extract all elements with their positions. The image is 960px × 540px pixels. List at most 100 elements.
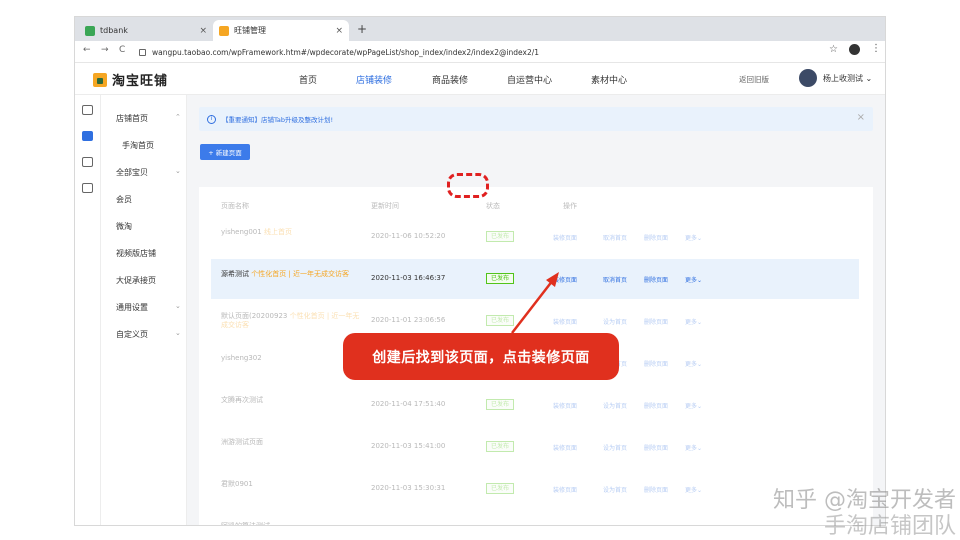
close-icon[interactable]: × bbox=[199, 26, 207, 36]
browser-menu-icon[interactable]: ⋮ bbox=[871, 43, 881, 54]
page-name-cell: 默认页面(20200923 个性化首页 | 近一年无成交访客 bbox=[221, 312, 361, 330]
more-dropdown[interactable]: 更多⌄ bbox=[685, 443, 702, 452]
decorate-page-link[interactable]: 装修页面 bbox=[553, 317, 577, 326]
page-name: 洲游测试页面 bbox=[221, 438, 263, 446]
status-badge: 已发布 bbox=[486, 273, 515, 284]
return-old-version-link[interactable]: 返回旧版 bbox=[739, 74, 769, 85]
delete-page-link[interactable]: 删除页面 bbox=[644, 275, 668, 284]
update-time: 2020-11-03 15:41:00 bbox=[371, 442, 446, 450]
update-time: 2020-11-04 17:51:40 bbox=[371, 400, 446, 408]
layers-icon[interactable] bbox=[82, 131, 93, 141]
table-row[interactable]: 洲游测试页面 2020-11-03 15:41:00 已发布 装修页面 设为首页 删除页… bbox=[211, 427, 859, 467]
menu-promo-page[interactable]: 大促承接页 bbox=[116, 275, 156, 286]
menu-shop-home[interactable]: 店铺首页 bbox=[116, 113, 148, 124]
menu-general-settings[interactable]: 通用设置 bbox=[116, 302, 148, 313]
table-row[interactable]: 文腾再次测试 2020-11-04 17:51:40 已发布 装修页面 设为首页 删除页… bbox=[211, 385, 859, 425]
chevron-up-icon[interactable]: ⌃ bbox=[175, 113, 181, 121]
menu-weitao[interactable]: 微淘 bbox=[116, 221, 132, 232]
column-header-status: 状态 bbox=[486, 202, 500, 210]
page-name: yisheng302 bbox=[221, 354, 262, 362]
status-badge: 已发布 bbox=[486, 525, 514, 526]
more-dropdown[interactable]: 更多⌄ bbox=[685, 233, 702, 242]
forward-icon[interactable]: → bbox=[101, 45, 109, 55]
tdbank-favicon-icon bbox=[85, 25, 95, 36]
username-dropdown[interactable]: 杨上收测试 ⌄ bbox=[823, 73, 872, 84]
decorate-page-link[interactable]: 装修页面 bbox=[553, 233, 577, 242]
profile-icon[interactable] bbox=[849, 44, 860, 55]
decorate-page-link[interactable]: 装修页面 bbox=[553, 485, 577, 494]
notice-text[interactable]: 【重要通知】店铺Tab升级及整改计划! bbox=[222, 114, 333, 124]
page-name-cell: 君默0901 bbox=[221, 480, 361, 489]
column-header-actions: 操作 bbox=[563, 202, 577, 210]
toggle-home-link[interactable]: 设为首页 bbox=[603, 401, 627, 410]
reload-icon[interactable]: C bbox=[119, 45, 125, 55]
browser-tab-bar: tdbank × 旺铺管理 × + bbox=[75, 17, 885, 41]
delete-page-link[interactable]: 删除页面 bbox=[644, 233, 668, 242]
menu-custom-page[interactable]: 自定义页 bbox=[116, 329, 148, 340]
update-time: 2020-11-03 16:46:37 bbox=[371, 274, 446, 282]
table-row[interactable]: 源希测试 个性化首页 | 近一年无成交访客 2020-11-03 16:46:37… bbox=[211, 259, 859, 299]
more-dropdown[interactable]: 更多⌄ bbox=[685, 317, 702, 326]
more-dropdown[interactable]: 更多⌄ bbox=[685, 275, 702, 284]
bookmark-star-icon[interactable]: ☆ bbox=[829, 44, 838, 55]
nav-shop-decorate[interactable]: 店铺装修 bbox=[356, 73, 392, 86]
page-tag: 个性化首页 | 近一年无成交访客 bbox=[251, 270, 350, 278]
close-icon[interactable]: × bbox=[335, 26, 343, 36]
delete-page-link[interactable]: 删除页面 bbox=[644, 401, 668, 410]
toggle-home-link[interactable]: 设为首页 bbox=[603, 317, 627, 326]
decorate-page-link[interactable]: 装修页面 bbox=[553, 443, 577, 452]
browser-tab-wangpu[interactable]: 旺铺管理 × bbox=[213, 20, 349, 41]
delete-page-link[interactable]: 删除页面 bbox=[644, 359, 668, 368]
page-name: 君默0901 bbox=[221, 480, 253, 488]
tab-title: tdbank bbox=[100, 26, 128, 35]
update-time: 2020-11-01 23:06:56 bbox=[371, 316, 446, 324]
new-page-button[interactable]: + 新建页面 bbox=[200, 144, 250, 160]
nav-item-decorate[interactable]: 商品装修 bbox=[432, 73, 468, 86]
decorate-page-link[interactable]: 装修页面 bbox=[553, 401, 577, 410]
nav-material-center[interactable]: 素材中心 bbox=[591, 73, 627, 86]
tab-title: 旺铺管理 bbox=[234, 26, 266, 35]
page-name-cell: 文腾再次测试 bbox=[221, 396, 361, 405]
address-bar: ← → C wangpu.taobao.com/wpFramework.htm#… bbox=[75, 41, 885, 63]
back-icon[interactable]: ← bbox=[83, 45, 91, 55]
avatar[interactable] bbox=[799, 69, 817, 87]
status-badge: 已发布 bbox=[486, 231, 515, 242]
page-name-cell: yisheng302 bbox=[221, 354, 361, 363]
toggle-home-link[interactable]: 取消首页 bbox=[603, 275, 627, 284]
chevron-down-icon[interactable]: ⌄ bbox=[175, 329, 181, 337]
chevron-down-icon[interactable]: ⌄ bbox=[175, 167, 181, 175]
page-name-cell: 洲游测试页面 bbox=[221, 438, 361, 447]
browser-window: tdbank × 旺铺管理 × + ← → C wangpu.taobao.co… bbox=[74, 16, 886, 526]
delete-page-link[interactable]: 删除页面 bbox=[644, 485, 668, 494]
url-field[interactable]: wangpu.taobao.com/wpFramework.htm#/wpdec… bbox=[139, 44, 819, 60]
shop-icon[interactable] bbox=[82, 105, 93, 115]
taobao-wangpu-logo[interactable]: 淘宝旺铺 bbox=[93, 70, 168, 89]
menu-member[interactable]: 会员 bbox=[116, 194, 132, 205]
more-dropdown[interactable]: 更多⌄ bbox=[685, 359, 702, 368]
toggle-home-link[interactable]: 设为首页 bbox=[603, 443, 627, 452]
toggle-home-link[interactable]: 取消首页 bbox=[603, 233, 627, 242]
nav-self-operation[interactable]: 自运营中心 bbox=[507, 73, 552, 86]
delete-page-link[interactable]: 删除页面 bbox=[644, 443, 668, 452]
notice-banner: i 【重要通知】店铺Tab升级及整改计划! × bbox=[199, 107, 873, 131]
menu-video-shop[interactable]: 视频版店铺 bbox=[116, 248, 156, 259]
table-row[interactable]: yisheng001 线上首页 2020-11-06 10:52:20 已发布 装修页… bbox=[211, 217, 859, 257]
nav-home[interactable]: 首页 bbox=[299, 73, 317, 86]
monitor-icon[interactable] bbox=[82, 183, 93, 193]
page-name: 默认页面(20200923 bbox=[221, 312, 288, 320]
toggle-home-link[interactable]: 设为首页 bbox=[603, 485, 627, 494]
page-name-cell: 源希测试 个性化首页 | 近一年无成交访客 bbox=[221, 270, 361, 279]
close-icon[interactable]: × bbox=[857, 112, 865, 123]
column-header-page-name: 页面名称 bbox=[221, 202, 249, 210]
decorate-page-link[interactable]: 装修页面 bbox=[553, 275, 577, 284]
menu-mobile-home[interactable]: 手淘首页 bbox=[122, 140, 154, 151]
grid-icon[interactable] bbox=[82, 157, 93, 167]
menu-all-items[interactable]: 全部宝贝 bbox=[116, 167, 148, 178]
browser-tab-tdbank[interactable]: tdbank × bbox=[79, 20, 213, 41]
chevron-down-icon[interactable]: ⌄ bbox=[175, 302, 181, 310]
more-dropdown[interactable]: 更多⌄ bbox=[685, 401, 702, 410]
page-name: 源希测试 bbox=[221, 270, 249, 278]
delete-page-link[interactable]: 删除页面 bbox=[644, 317, 668, 326]
new-tab-button[interactable]: + bbox=[357, 22, 367, 36]
icon-rail bbox=[75, 95, 101, 525]
